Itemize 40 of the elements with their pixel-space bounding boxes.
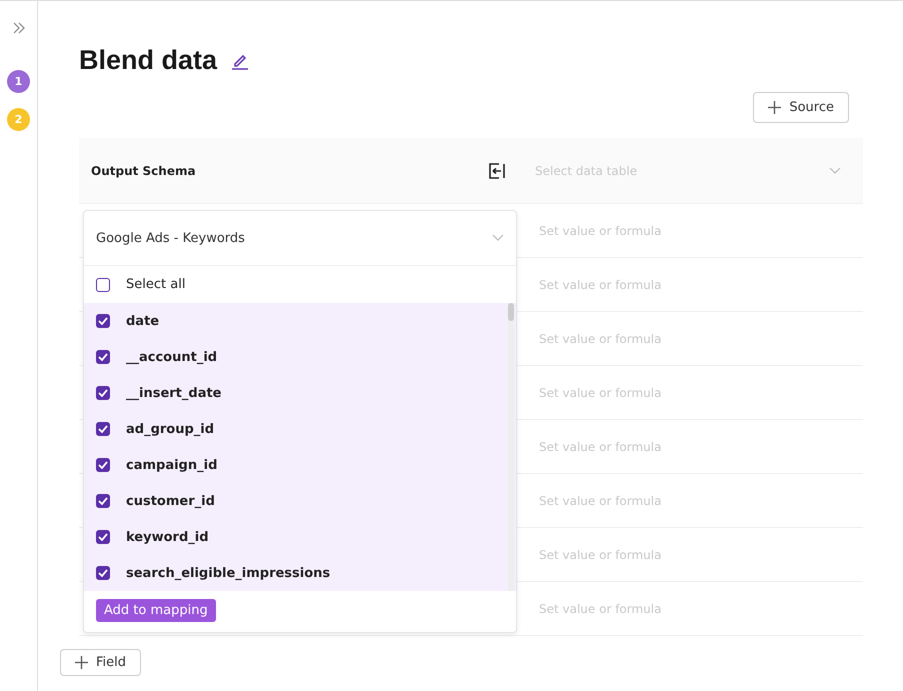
step-badge[interactable]: 1 bbox=[7, 70, 30, 93]
field-option[interactable]: __account_id bbox=[84, 339, 516, 375]
field-option[interactable]: customer_id bbox=[84, 483, 516, 519]
checkmark-icon bbox=[98, 461, 108, 469]
plus-icon bbox=[768, 101, 782, 114]
scrollbar[interactable] bbox=[508, 303, 514, 591]
checkbox[interactable] bbox=[96, 350, 110, 364]
select-all-option[interactable]: Select all bbox=[84, 266, 516, 303]
expand-icon[interactable] bbox=[12, 22, 24, 34]
chevron-down-icon bbox=[829, 166, 841, 174]
checkmark-icon bbox=[98, 533, 108, 541]
checkmark-icon bbox=[98, 497, 108, 505]
checkbox[interactable] bbox=[96, 386, 110, 400]
checkbox[interactable] bbox=[96, 458, 110, 472]
checkbox[interactable] bbox=[96, 566, 110, 580]
checkmark-icon bbox=[98, 317, 108, 325]
checkbox[interactable] bbox=[96, 422, 110, 436]
field-option[interactable]: date bbox=[84, 303, 516, 339]
chevron-down-icon bbox=[492, 234, 504, 242]
checkmark-icon bbox=[98, 569, 108, 577]
checkbox[interactable] bbox=[96, 314, 110, 328]
import-icon[interactable] bbox=[489, 162, 505, 178]
checkmark-icon bbox=[98, 389, 108, 397]
add-to-mapping-button[interactable]: Add to mapping bbox=[96, 599, 216, 622]
field-option[interactable]: campaign_id bbox=[84, 447, 516, 483]
checkbox[interactable] bbox=[96, 494, 110, 508]
add-field-button[interactable]: Field bbox=[60, 649, 142, 676]
field-option[interactable]: search_eligible_impressions bbox=[84, 555, 516, 591]
field-option[interactable]: ad_group_id bbox=[84, 411, 516, 447]
plus-icon bbox=[75, 656, 88, 669]
field-option[interactable]: keyword_id bbox=[84, 519, 516, 555]
checkbox[interactable] bbox=[96, 278, 110, 292]
checkmark-icon bbox=[98, 353, 108, 361]
checkbox[interactable] bbox=[96, 530, 110, 544]
page-title: Blend data bbox=[79, 45, 218, 76]
checkmark-icon bbox=[98, 425, 108, 433]
source-select[interactable]: Google Ads - Keywords bbox=[84, 211, 516, 266]
column-header: Output Schema bbox=[91, 164, 197, 178]
add-source-button[interactable]: Source bbox=[753, 92, 849, 123]
field-option[interactable]: __insert_date bbox=[84, 375, 516, 411]
